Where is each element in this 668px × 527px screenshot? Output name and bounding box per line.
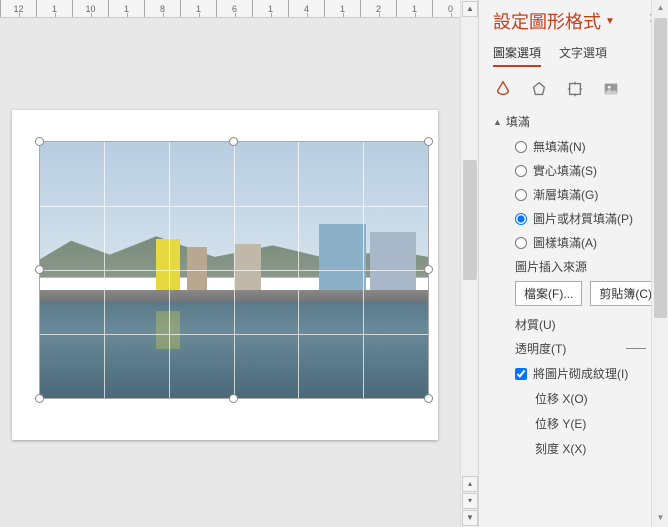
resize-handle-nw[interactable] — [35, 137, 44, 146]
offset-x-label: 位移 X(O) — [535, 390, 668, 407]
panel-scroll-down-icon[interactable]: ▼ — [653, 511, 668, 526]
texture-label: 材質(U) — [515, 316, 668, 333]
canvas-area: 12110181614121012141618110112 ▲ ▴ ▾ ▼ — [0, 0, 478, 527]
offset-y-label: 位移 Y(E) — [535, 415, 668, 432]
file-button[interactable]: 檔案(F)... — [515, 281, 582, 306]
resize-handle-sw[interactable] — [35, 394, 44, 403]
size-properties-icon[interactable] — [565, 79, 585, 99]
resize-handle-w[interactable] — [35, 265, 44, 274]
prev-slide-icon[interactable]: ▴ — [462, 476, 478, 492]
tab-text-options[interactable]: 文字選項 — [559, 44, 607, 67]
scroll-up-icon[interactable]: ▲ — [462, 1, 478, 17]
format-shape-panel: ✕ 設定圖形格式▼ 圖案選項 文字選項 ▲ 填滿 無填滿(N) 實心填滿(S) … — [478, 0, 668, 527]
panel-scroll-up-icon[interactable]: ▲ — [653, 1, 668, 16]
canvas-scrollbar[interactable]: ▲ ▴ ▾ ▼ — [460, 0, 478, 527]
fill-picture-radio[interactable]: 圖片或材質填滿(P) — [515, 210, 668, 227]
transparency-label: 透明度(T) — [515, 340, 618, 357]
resize-handle-e[interactable] — [424, 265, 433, 274]
effects-icon[interactable] — [529, 79, 549, 99]
scroll-down-icon[interactable]: ▼ — [462, 510, 478, 526]
fill-pattern-radio[interactable]: 圖樣填滿(A) — [515, 234, 668, 251]
fill-solid-radio[interactable]: 實心填滿(S) — [515, 162, 668, 179]
selected-shape[interactable] — [40, 142, 428, 398]
insert-from-label: 圖片插入來源 — [515, 258, 668, 275]
fill-line-icon[interactable] — [493, 79, 513, 99]
panel-scroll-thumb[interactable] — [654, 18, 667, 318]
horizontal-ruler: 12110181614121012141618110112 — [0, 0, 460, 18]
tab-shape-options[interactable]: 圖案選項 — [493, 44, 541, 67]
panel-scrollbar[interactable]: ▲ ▼ — [651, 0, 668, 527]
collapse-icon: ▲ — [493, 117, 502, 127]
scale-x-label: 刻度 X(X) — [535, 440, 668, 457]
picture-icon[interactable] — [601, 79, 621, 99]
fill-gradient-radio[interactable]: 漸層填滿(G) — [515, 186, 668, 203]
transparency-slider[interactable] — [626, 348, 646, 349]
picture-fill — [40, 142, 428, 398]
tile-checkbox[interactable]: 將圖片砌成紋理(I) — [515, 365, 668, 382]
resize-handle-s[interactable] — [229, 394, 238, 403]
scroll-thumb[interactable] — [463, 160, 477, 280]
resize-handle-se[interactable] — [424, 394, 433, 403]
resize-handle-ne[interactable] — [424, 137, 433, 146]
resize-handle-n[interactable] — [229, 137, 238, 146]
chevron-down-icon[interactable]: ▼ — [605, 16, 615, 27]
fill-none-radio[interactable]: 無填滿(N) — [515, 138, 668, 155]
fill-section-header[interactable]: ▲ 填滿 — [493, 113, 668, 130]
next-slide-icon[interactable]: ▾ — [462, 493, 478, 509]
panel-title: 設定圖形格式▼ — [493, 8, 668, 34]
